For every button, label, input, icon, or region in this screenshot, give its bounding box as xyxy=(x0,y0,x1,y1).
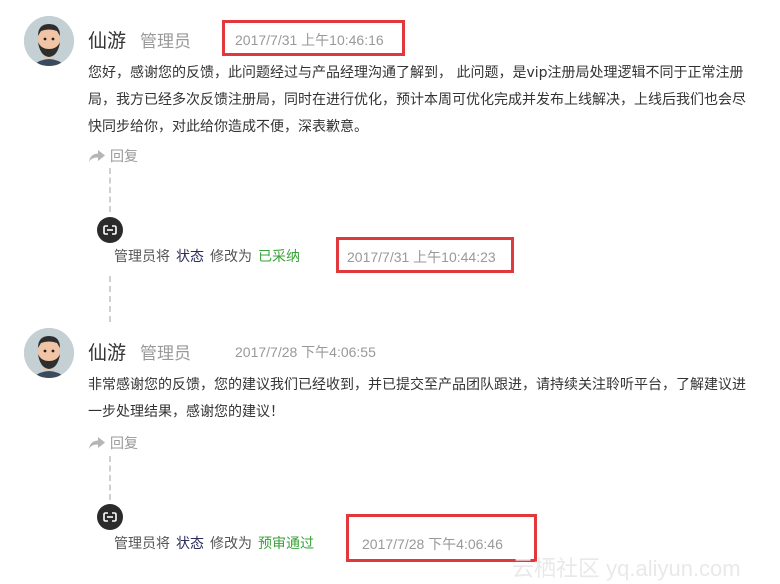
timeline-connector xyxy=(109,456,111,500)
reply-button[interactable]: 回复 xyxy=(88,433,138,453)
site-watermark: 云栖社区 yq.aliyun.com xyxy=(512,556,741,581)
author-role: 管理员 xyxy=(140,344,191,364)
comment-author[interactable]: 仙游 xyxy=(88,338,126,365)
timeline-connector xyxy=(109,276,111,322)
timeline-connector xyxy=(109,168,111,212)
user-avatar-icon xyxy=(24,16,74,66)
status-actor: 管理员将 xyxy=(114,536,170,552)
comment-body: 非常感谢您的反馈，您的建议我们已经收到，并已提交至产品团队跟进，请持续关注聆听平… xyxy=(88,377,746,420)
status-value: 已采纳 xyxy=(258,249,300,265)
status-actor: 管理员将 xyxy=(114,249,170,265)
comment-timestamp: 2017/7/31 上午10:46:16 xyxy=(235,32,384,48)
link-chain-icon xyxy=(103,512,117,522)
status-change-line: 管理员将 状态 修改为 已采纳 xyxy=(114,246,300,266)
status-field: 状态 xyxy=(176,536,204,552)
author-role: 管理员 xyxy=(140,32,191,52)
status-value: 预审通过 xyxy=(258,536,314,552)
avatar[interactable] xyxy=(24,16,74,66)
comment-timestamp: 2017/7/28 下午4:06:55 xyxy=(235,344,376,360)
reply-label: 回复 xyxy=(110,149,138,165)
status-change-line: 管理员将 状态 修改为 预审通过 xyxy=(114,533,314,553)
status-timestamp: 2017/7/28 下午4:06:46 xyxy=(362,536,503,552)
reply-button[interactable]: 回复 xyxy=(88,146,138,166)
avatar[interactable] xyxy=(24,328,74,378)
link-chain-icon xyxy=(103,225,117,235)
reply-arrow-icon xyxy=(89,437,105,449)
status-timestamp: 2017/7/31 上午10:44:23 xyxy=(347,249,496,265)
reply-label: 回复 xyxy=(110,436,138,452)
comment-author[interactable]: 仙游 xyxy=(88,26,126,53)
status-change-icon xyxy=(97,504,123,530)
comment-body: 您好，感谢您的反馈，此问题经过与产品经理沟通了解到， 此问题，是vip注册局处理… xyxy=(88,65,746,135)
user-avatar-icon xyxy=(24,328,74,378)
status-field: 状态 xyxy=(176,249,204,265)
status-change-icon xyxy=(97,217,123,243)
status-action: 修改为 xyxy=(210,249,252,265)
status-action: 修改为 xyxy=(210,536,252,552)
reply-arrow-icon xyxy=(89,150,105,162)
